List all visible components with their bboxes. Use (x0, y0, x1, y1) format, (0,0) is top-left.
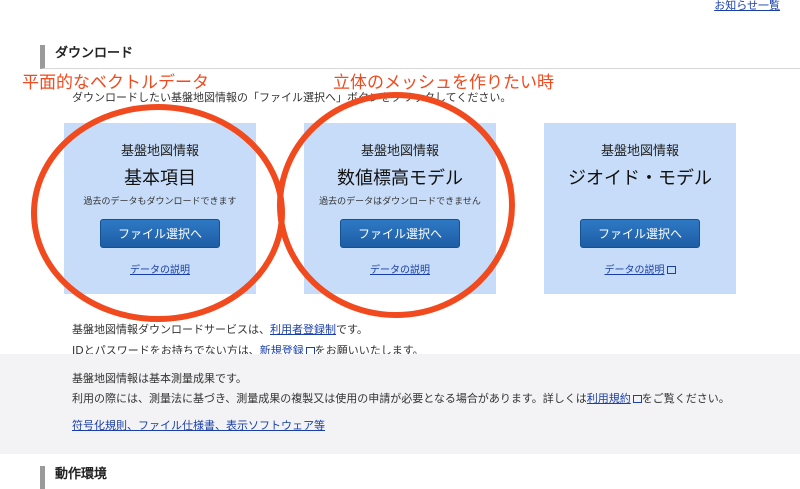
download-section-heading: ダウンロード (40, 45, 800, 69)
card-kind: 基盤地図情報 (120, 144, 199, 159)
data-description-link[interactable]: データの説明 (605, 265, 665, 276)
file-select-button[interactable]: ファイル選択へ (100, 219, 220, 248)
card-kind: 基盤地図情報 (360, 144, 439, 159)
terms-of-use-link[interactable]: 利用規約 (587, 392, 631, 405)
data-description-link[interactable]: データの説明 (370, 265, 430, 276)
card-geoid: 基盤地図情報 ジオイド・モデル ファイル選択へ データの説明 (544, 123, 736, 294)
news-list-link[interactable]: お知らせ一覧 (714, 0, 780, 13)
survey-result-text: 基盤地図情報は基本測量成果です。 (72, 372, 247, 385)
service-registration-line: 基盤地図情報ダウンロードサービスは、利用者登録制です。 (72, 323, 368, 336)
card-title: ジオイド・モデル (568, 168, 712, 189)
spec-documents-link[interactable]: 符号化規則、ファイル仕様書、表示ソフトウェア等 (72, 419, 325, 432)
file-select-button[interactable]: ファイル選択へ (580, 219, 700, 248)
card-title: 数値標高モデル (337, 168, 463, 189)
user-registration-link[interactable]: 利用者登録制 (270, 323, 336, 336)
card-note: 過去のデータもダウンロードできます (83, 197, 237, 207)
environment-section-heading: 動作環境 (40, 466, 800, 489)
card-note: 過去のデータはダウンロードできません (319, 197, 481, 207)
data-description-link[interactable]: データの説明 (130, 265, 190, 276)
annotation-label-right: 立体のメッシュを作りたい時 (333, 73, 554, 93)
external-window-icon (632, 395, 642, 403)
card-kind: 基盤地図情報 (600, 144, 679, 159)
card-basic-items: 基盤地図情報 基本項目 過去のデータもダウンロードできます ファイル選択へ デー… (64, 123, 256, 294)
card-title: 基本項目 (124, 168, 196, 189)
file-select-button[interactable]: ファイル選択へ (340, 219, 460, 248)
usage-notice-line: 利用の際には、測量法に基づき、測量成果の複製又は使用の申請が必要となる場合があり… (72, 392, 730, 405)
annotation-label-left: 平面的なベクトルデータ (22, 73, 209, 93)
card-dem: 基盤地図情報 数値標高モデル 過去のデータはダウンロードできません ファイル選択… (304, 123, 496, 294)
external-window-icon (666, 266, 676, 274)
